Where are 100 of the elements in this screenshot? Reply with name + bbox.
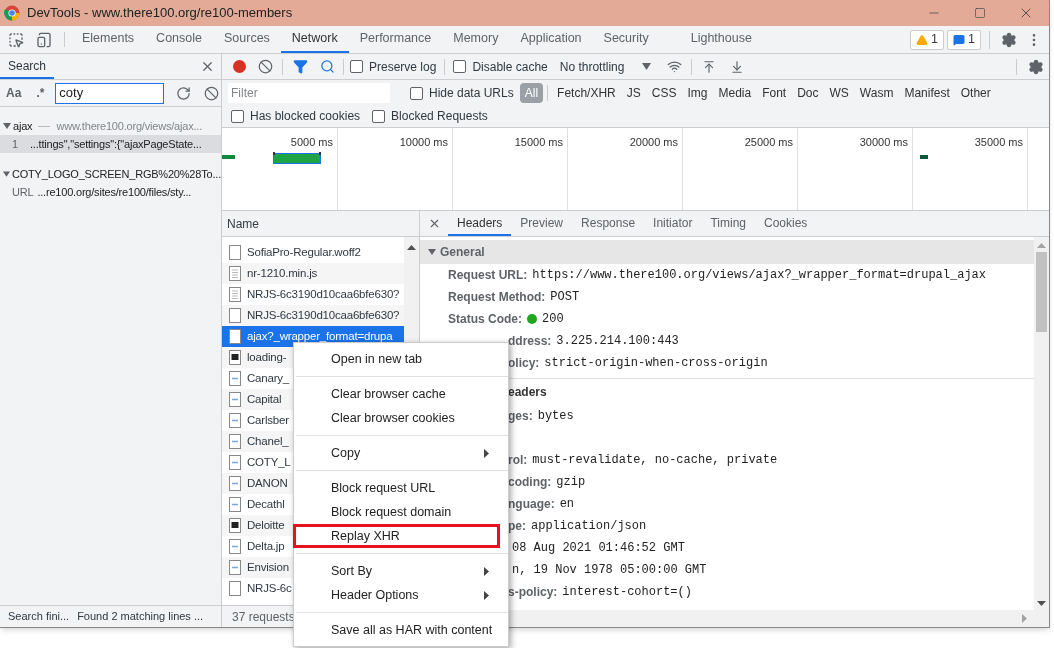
menu-item[interactable]: Copy [293,441,500,465]
image-file-icon [229,497,241,512]
timeline-bar [273,152,321,164]
resource-type-filter[interactable]: Img [682,83,713,103]
header-value: n, 19 Nov 1978 05:00:00 GMT [512,562,707,579]
resource-type-filter[interactable]: Wasm [854,83,899,103]
resource-type-filter[interactable]: WS [824,83,854,103]
header-value: interest-cohort=() [562,584,692,601]
file-icon [229,245,241,260]
expand-arrow-icon[interactable] [3,123,11,129]
resource-type-filter[interactable]: Manifest [899,83,955,103]
resource-type-filter[interactable]: Other [955,83,996,103]
header-name: Status Code: [448,311,522,328]
details-tab[interactable]: Preview [511,211,573,236]
checkbox[interactable] [372,109,386,123]
search-match-row[interactable]: 1 ...ttings","settings":{"ajaxPageState... [0,135,221,153]
expand-arrow-icon[interactable] [3,171,10,177]
header-value: https://www.there100.org/views/ajax?_wrapper_format=drupal_ajax [532,267,987,284]
panel-tab[interactable]: Application [509,26,593,53]
header-value: POST [550,289,580,306]
file-icon [229,329,241,344]
maximize-icon[interactable] [974,7,986,19]
details-tab[interactable]: Timing [701,211,755,236]
resource-type-filter[interactable]: Font [757,83,792,103]
scrollbar[interactable] [1034,237,1049,610]
image-file-icon [229,413,241,428]
checkbox[interactable] [453,60,467,73]
resource-type-filter[interactable]: Doc [792,83,824,103]
request-name: NRJS-6c3190d10caa6bfe630? [247,307,400,323]
result-url: www.there100.org/views/ajax... [56,118,203,134]
regex-toggle[interactable]: .* [29,84,52,102]
scroll-up-arrow-icon[interactable] [407,245,416,250]
request-row[interactable]: NRJS-6c3190d10caa6bfe630? [222,305,404,326]
menu-item[interactable]: Clear browser cache [293,382,500,406]
scroll-down-arrow-icon[interactable] [1037,601,1046,606]
request-name: Deloitte [247,517,285,533]
request-row[interactable]: nr-1210.min.js [222,263,404,284]
warnings-badge[interactable]: 1 [910,29,945,50]
panel-tab[interactable]: Elements [71,26,146,53]
header-name: Request Method: [448,289,546,306]
throttling-dropdown[interactable]: No throttling [559,57,652,76]
search-tab[interactable]: Search [0,54,55,79]
panel-tab[interactable]: Memory [442,26,510,53]
request-name: SofiaPro-Regular.woff2 [247,244,361,260]
status-text: Search fini... [8,609,70,625]
menu-item[interactable]: Header Options [293,583,500,607]
resource-type-filter[interactable]: CSS [646,83,682,103]
details-tab[interactable]: Response [572,211,645,236]
expand-arrow-icon [428,249,436,255]
menu-item[interactable]: Replay XHR [293,524,500,548]
menu-item[interactable]: Open in new tab [293,347,500,371]
panel-tab[interactable]: Sources [213,26,281,53]
resource-type-filter[interactable]: Media [713,83,757,103]
header-value: must-revalidate, no-cache, private [532,452,778,469]
search-input[interactable]: coty [55,82,164,104]
checkbox[interactable] [231,109,244,123]
panel-tab[interactable]: Console [145,26,213,53]
checkbox[interactable] [410,86,423,100]
browser-logo-icon [4,5,20,21]
panel-tab[interactable]: Lighthouse [679,26,763,53]
request-name: Chanel_ [247,433,289,449]
checkbox-label: Preserve log [369,58,437,76]
request-name: Decathl [247,496,285,512]
timeline-tick-label: 15000 ms [514,135,563,150]
menu-item[interactable]: Block request domain [293,500,500,524]
messages-badge[interactable]: 1 [947,29,981,50]
details-tab[interactable]: Initiator [644,211,702,236]
header-value: 08 Aug 2021 01:46:52 GMT [512,540,685,557]
checkbox[interactable] [350,60,363,73]
section-title: General [440,244,485,261]
panel-tab[interactable]: Performance [348,26,443,53]
request-name: NRJS-6c [247,580,292,596]
details-tab[interactable]: Headers [448,211,512,236]
column-header[interactable]: Name [222,211,419,237]
resource-type-filter[interactable]: JS [621,83,646,103]
scrollbar-thumb[interactable] [1036,252,1047,332]
resource-type-filter[interactable]: Fetch/XHR [552,83,621,103]
header-name: Request URL: [448,267,528,284]
menu-item[interactable]: Clear browser cookies [293,406,500,430]
match-text: ...re100.org/sites/re100/files/sty... [37,184,192,200]
header-value: gzip [556,474,586,491]
panel-tab[interactable]: Security [592,26,660,53]
timeline-tick-label: 35000 ms [974,135,1023,150]
checkbox-label: Hide data URLs [429,85,514,102]
request-name: Delta.jp [247,538,285,554]
section-header[interactable]: General [420,240,1034,264]
menu-item[interactable]: Sort By [293,559,500,583]
checkbox-label: Has blocked cookies [250,108,361,125]
image-file-icon [229,350,241,365]
match-case-toggle[interactable]: Aa [6,84,26,102]
image-file-icon [229,539,241,554]
header-name: pe: [508,518,526,535]
menu-item[interactable]: Block request URL [293,476,500,500]
result-file-name[interactable]: ajax [13,117,33,135]
header-value: en [559,496,575,513]
details-tab[interactable]: Cookies [755,211,817,236]
result-file-name[interactable]: COTY_LOGO_SCREEN_RGB%20%28To... [12,165,221,183]
search-match-row[interactable]: URL ...re100.org/sites/re100/files/sty... [0,183,221,201]
line-number: URL [12,184,34,200]
filter-field[interactable]: Filter [228,83,390,103]
